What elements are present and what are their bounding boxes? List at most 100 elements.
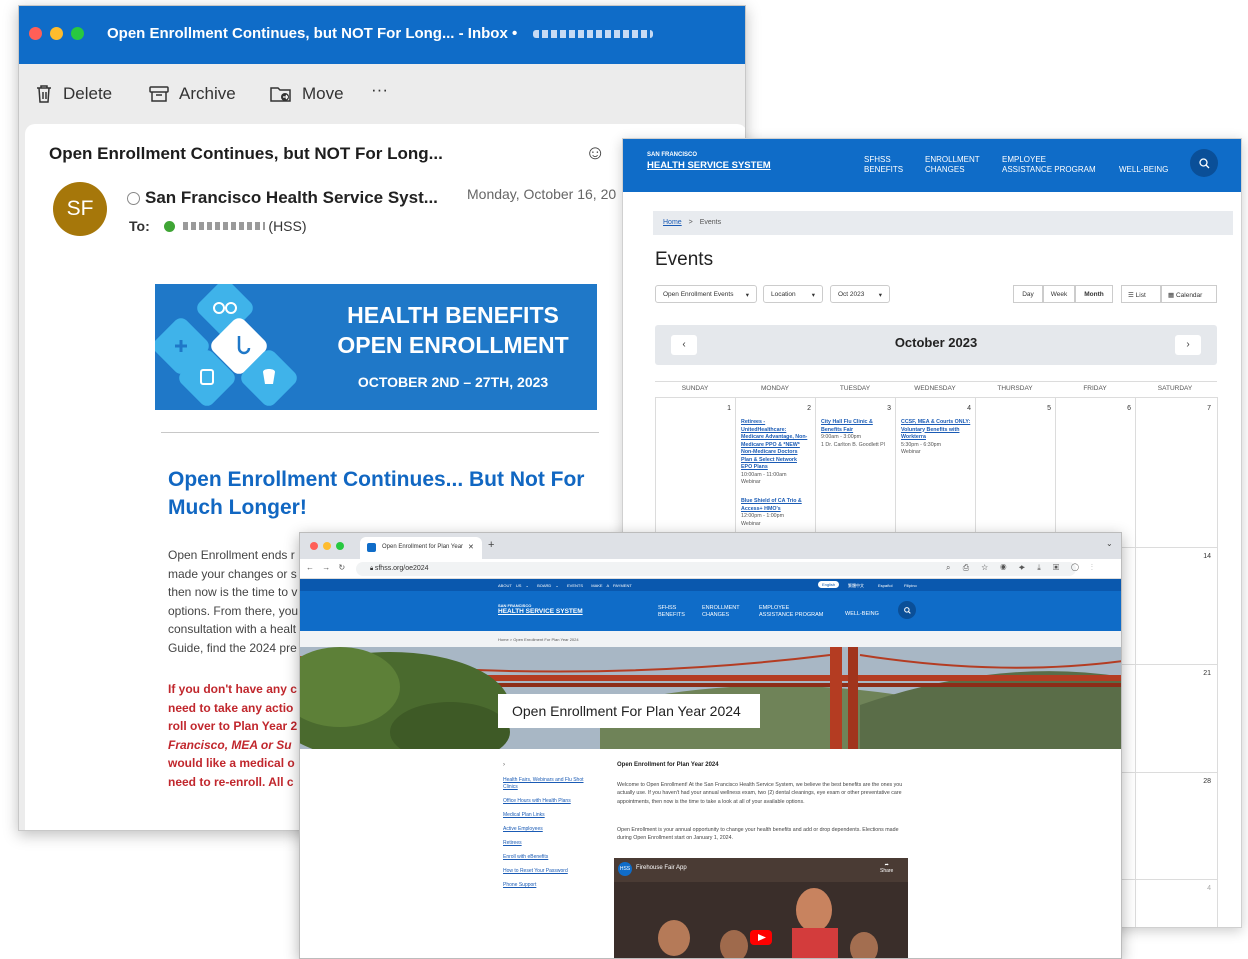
back-icon[interactable]: ← [306,563,314,572]
view-list-button[interactable]: ☰ List [1121,285,1161,303]
nav-enrollment-changes[interactable]: ENROLLMENT CHANGES [925,155,980,175]
location-filter-select[interactable]: Location ▾ [763,285,823,303]
close-tab-icon[interactable]: ✕ [468,543,474,551]
sidebar-link[interactable]: Active Employees [503,826,595,833]
logo-bottom-text[interactable]: HEALTH SERVICE SYSTEM [498,608,583,615]
minimize-window-button[interactable] [50,27,63,40]
view-month-button[interactable]: Month [1075,285,1113,303]
sidebar-link[interactable]: Enroll with eBenefits [503,854,595,861]
forward-icon[interactable]: → [322,563,330,572]
url-text: sfhss.org/oe2024 [374,565,429,572]
video-title[interactable]: Firehouse Fair App [636,865,687,871]
nav-well-being[interactable]: WELL-BEING [845,611,879,618]
day-number: 4 [1207,885,1211,892]
view-calendar-button[interactable]: ▦ Calendar [1161,285,1217,303]
event-link[interactable]: City Hall Flu Clinic & Benefits Fair [821,419,889,434]
site-header: SAN FRANCISCO HEALTH SERVICE SYSTEM SFHS… [300,591,1121,631]
event-time: 12:00pm - 1:00pm [741,513,784,519]
recipient-suffix: (HSS) [268,218,307,234]
browser-tab-bar: Open Enrollment for Plan Year ✕ + ⌄ [300,533,1121,559]
status-circle-icon [127,192,140,205]
nav-sfhss-benefits[interactable]: SFHSS BENEFITS [658,605,685,618]
next-month-button[interactable]: › [1175,335,1201,355]
nav-enrollment-changes[interactable]: ENROLLMENT CHANGES [702,605,740,618]
logo-bottom-text[interactable]: HEALTH SERVICE SYSTEM [647,160,771,171]
weekday-wednesday: WEDNESDAY [914,385,956,392]
weekday-saturday: SATURDAY [1157,385,1193,392]
open-enrollment-banner: HEALTH BENEFITS OPEN ENROLLMENT OCTOBER … [155,284,597,410]
notice-line: Francisco, MEA or Su [168,737,292,752]
share-button[interactable]: ➦ Share [880,862,893,874]
logo-top-text[interactable]: SAN FRANCISCO [647,152,697,158]
more-actions-button[interactable]: ··· [371,80,388,100]
presence-available-icon [163,221,175,232]
embedded-video[interactable]: HSS Firehouse Fair App ➦ Share [614,858,908,958]
sidebar-link[interactable]: Health Fairs, Webinars and Flu Shot Clin… [503,777,593,791]
close-window-button[interactable] [29,27,42,40]
sidebar-link[interactable]: How to Reset Your Password [503,868,595,875]
language-filipino[interactable]: Filipino [904,583,917,588]
folder-move-icon [270,87,291,102]
search-button[interactable] [898,601,916,619]
utility-links[interactable]: ABOUT US ⌄ BOARD ⌄ EVENTS MAKE A PAYMENT [498,583,632,588]
browser-tab[interactable]: Open Enrollment for Plan Year ✕ [360,537,482,559]
category-filter-select[interactable]: Open Enrollment Events ▾ [655,285,757,303]
message-subject: Open Enrollment Continues, but NOT For L… [49,144,443,163]
sender-name[interactable]: San Francisco Health Service Syst... [145,188,438,208]
calendar-event: Blue Shield of CA Trio & Access+ HMO's 1… [741,498,809,528]
view-week-button[interactable]: Week [1043,285,1075,303]
view-day-button[interactable]: Day [1013,285,1043,303]
month-filter-select[interactable]: Oct 2023 ▾ [830,285,890,303]
emoji-reaction-icon[interactable]: ☺ [585,142,605,165]
nav-well-being[interactable]: WELL-BEING [1119,165,1168,175]
site-header: SAN FRANCISCO HEALTH SERVICE SYSTEM SFHS… [623,139,1241,192]
search-button[interactable] [1190,149,1218,177]
content-heading: Open Enrollment for Plan Year 2024 [617,762,719,768]
sidebar-link[interactable]: Phone Support [503,882,595,889]
sidebar-link[interactable]: Office Hours with Health Plans [503,798,595,805]
move-button[interactable]: Move [270,84,344,104]
nav-employee-assistance[interactable]: EMPLOYEE ASSISTANCE PROGRAM [759,605,823,618]
event-link[interactable]: Retirees - UnitedHealthcare: Medicare Ad… [741,419,809,472]
utility-bar: ABOUT US ⌄ BOARD ⌄ EVENTS MAKE A PAYMENT… [300,579,1121,591]
event-place: 1 Dr. Carlton B. Goodlett Pl [821,441,885,448]
new-tab-button[interactable]: + [488,539,494,551]
language-spanish[interactable]: Español [878,583,892,588]
channel-avatar[interactable]: HSS [618,862,632,876]
nav-sfhss-benefits[interactable]: SFHSS BENEFITS [864,155,903,175]
delete-button[interactable]: Delete [35,84,112,104]
archive-button[interactable]: Archive [149,84,236,104]
close-window-button[interactable] [310,542,318,550]
nav-buttons: ← → ↻ [306,563,345,572]
notice-line: If you don't have any c [168,682,297,696]
body-line: made your changes or s [168,566,297,581]
page-title: Events [655,249,714,270]
tab-search-chevron-icon[interactable]: ⌄ [1106,539,1113,548]
divider [161,432,599,433]
breadcrumb: Home > Open Enrollment For Plan Year 202… [300,631,1121,647]
sidebar-collapse-chevron-icon[interactable]: › [503,762,505,768]
weekday-tuesday: TUESDAY [839,385,871,392]
reload-icon[interactable]: ↻ [338,563,345,572]
zoom-window-button[interactable] [71,27,84,40]
message-date: Monday, October 16, 20 [467,186,617,202]
day-number: 6 [1127,405,1131,412]
health-icons-graphic [155,284,297,406]
event-link[interactable]: Blue Shield of CA Trio & Access+ HMO's [741,498,809,513]
breadcrumb-home-link[interactable]: Home [663,219,682,226]
browser-action-icons[interactable]: ⌕ ⎙ ☆ ◉ ✦ ⤓ ▣ ◯ ⋮ [946,563,1098,573]
mail-titlebar: Open Enrollment Continues, but NOT For L… [19,6,745,64]
notice-line: need to take any actio [168,700,294,715]
sidebar-link[interactable]: Retirees [503,840,595,847]
archive-icon [149,86,169,102]
archive-label: Archive [179,84,236,103]
language-chinese[interactable]: 繁體中文 [848,583,864,589]
search-icon [1198,157,1209,168]
zoom-window-button[interactable] [336,542,344,550]
sidebar-link[interactable]: Medical Plan Links [503,812,595,819]
language-english[interactable]: English [818,581,840,588]
mail-toolbar: Delete Archive Move ··· [19,64,745,124]
minimize-window-button[interactable] [323,542,331,550]
nav-employee-assistance[interactable]: EMPLOYEE ASSISTANCE PROGRAM [1002,155,1096,175]
event-link[interactable]: CCSF, MEA & Courts ONLY: Voluntary Benef… [901,419,971,442]
